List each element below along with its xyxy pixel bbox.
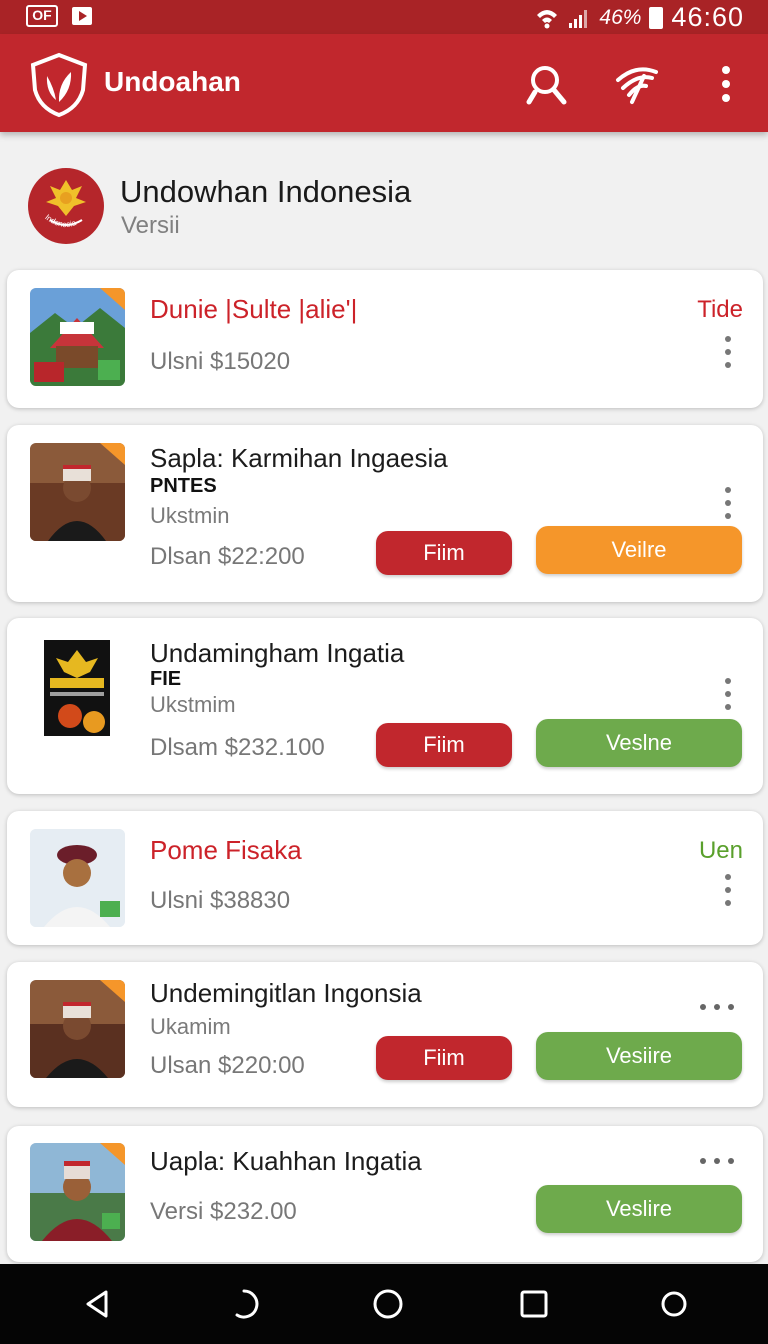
- clock: 46:60: [671, 2, 744, 32]
- item-label: FIE: [150, 668, 182, 690]
- item-thumbnail: [30, 288, 125, 386]
- view-button[interactable]: Veslire: [536, 1185, 742, 1233]
- film-button[interactable]: Fiim: [376, 531, 512, 575]
- profile-subtitle: Versii: [121, 212, 180, 239]
- list-item[interactable]: Undemingitlan Ingonsia Ukamim Ulsan $220…: [7, 962, 763, 1107]
- more-vert-icon[interactable]: [723, 678, 733, 714]
- home-icon[interactable]: [370, 1286, 406, 1322]
- more-vert-icon[interactable]: [723, 487, 733, 523]
- item-title: Sapla: Karmihan Ingaesia: [150, 443, 448, 473]
- item-thumbnail: [30, 1143, 125, 1241]
- view-button[interactable]: Veslne: [536, 719, 742, 767]
- item-price: Dlsan $22:200: [150, 543, 305, 570]
- list-item[interactable]: Pome Fisaka Ulsni $38830 Uen: [7, 811, 763, 945]
- status-bar: OF 46% 46:60: [0, 0, 768, 34]
- more-horiz-icon[interactable]: [700, 1158, 734, 1166]
- item-price: Ulsni $38830: [150, 887, 291, 914]
- app-title: Undoahan: [104, 66, 241, 97]
- more-vert-icon[interactable]: [704, 62, 748, 106]
- notification-icon: OF: [26, 5, 58, 27]
- wifi-icon[interactable]: [614, 62, 658, 106]
- media-icon: [72, 7, 92, 25]
- more-vert-icon[interactable]: [723, 874, 733, 910]
- item-tag: Tide: [697, 296, 743, 323]
- view-button[interactable]: Veilre: [536, 526, 742, 574]
- list-item[interactable]: Dunie |Sulte |alie'| Ulsni $15020 Tide: [7, 270, 763, 408]
- item-subtitle: Ukstmin: [150, 503, 230, 528]
- item-thumbnail: [30, 980, 125, 1078]
- item-subtitle: Ukamim: [150, 1014, 231, 1039]
- item-title: Dunie |Sulte |alie'|: [150, 294, 358, 324]
- item-tag: Uen: [698, 837, 743, 864]
- recent-icon[interactable]: [228, 1286, 264, 1322]
- list-item[interactable]: Undamingham Ingatia FIE Ukstmim Dlsam $2…: [7, 618, 763, 794]
- item-thumbnail: [30, 829, 125, 927]
- assistant-icon[interactable]: [656, 1286, 692, 1322]
- wifi-status-icon: [537, 9, 558, 28]
- avatar[interactable]: Indonesia: [28, 168, 104, 244]
- app-bar: Undoahan: [0, 34, 768, 132]
- item-title: Undamingham Ingatia: [150, 638, 405, 668]
- view-button[interactable]: Vesiire: [536, 1032, 742, 1080]
- back-icon[interactable]: [80, 1286, 116, 1322]
- more-vert-icon[interactable]: [723, 336, 733, 372]
- shield-logo-icon[interactable]: [28, 52, 90, 118]
- item-title: Undemingitlan Ingonsia: [150, 978, 422, 1008]
- item-price: Dlsam $232.100: [150, 734, 325, 761]
- film-button[interactable]: Fiim: [376, 1036, 512, 1080]
- search-icon[interactable]: [526, 62, 570, 106]
- item-price: Ulsni $15020: [150, 348, 291, 375]
- signal-icon: [569, 9, 588, 28]
- list-item[interactable]: Sapla: Karmihan Ingaesia PNTES Ukstmin D…: [7, 425, 763, 602]
- profile-name: Undowhan Indonesia: [120, 174, 412, 209]
- item-price: Ulsan $220:00: [150, 1052, 305, 1079]
- list-item[interactable]: Uapla: Kuahhan Ingatia Versi $232.00 Ves…: [7, 1126, 763, 1262]
- item-subtitle: Ukstmim: [150, 692, 236, 717]
- battery-icon: [649, 6, 664, 29]
- item-thumbnail: [30, 638, 125, 736]
- more-horiz-icon[interactable]: [700, 1004, 734, 1012]
- navigation-bar: [0, 1264, 768, 1344]
- overview-icon[interactable]: [516, 1286, 552, 1322]
- item-title: Pome Fisaka: [150, 835, 302, 865]
- item-label: PNTES: [150, 475, 217, 497]
- item-price: Versi $232.00: [150, 1198, 297, 1225]
- battery-percent: 46%: [599, 5, 642, 29]
- profile-header: Indonesia Undowhan Indonesia Versii: [28, 166, 728, 250]
- item-thumbnail: [30, 443, 125, 541]
- film-button[interactable]: Fiim: [376, 723, 512, 767]
- item-title: Uapla: Kuahhan Ingatia: [150, 1146, 422, 1176]
